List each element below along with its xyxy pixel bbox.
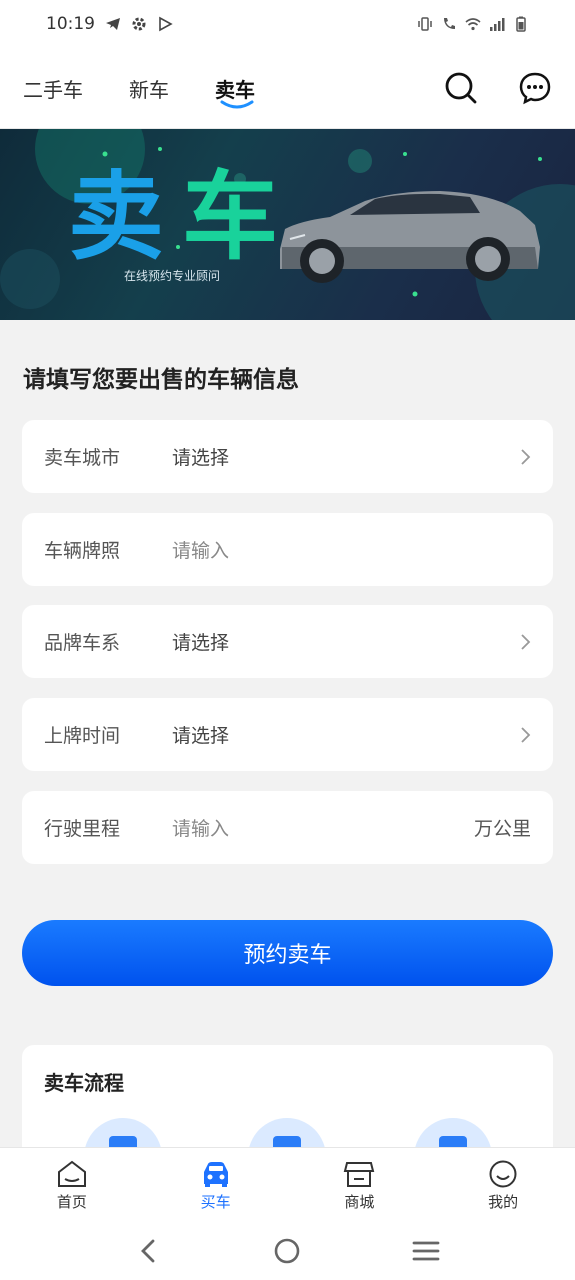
tab-active-indicator: [220, 100, 254, 108]
home-icon: [57, 1160, 86, 1187]
field-city-label: 卖车城市: [44, 447, 121, 469]
top-navigation: 二手车 新车 卖车: [0, 48, 575, 129]
field-city[interactable]: 卖车城市 请选择: [22, 420, 553, 493]
field-brand-value: 请选择: [172, 632, 230, 654]
tabbar-label-store: 商城: [344, 1192, 375, 1211]
system-back-button[interactable]: [134, 1236, 164, 1266]
field-date-label: 上牌时间: [44, 725, 121, 747]
menu-icon: [412, 1241, 440, 1261]
play-store-icon: [159, 16, 173, 32]
tabbar-label-buy-car: 买车: [200, 1192, 231, 1211]
status-bar: 10:19: [0, 0, 575, 48]
tabbar-item-store[interactable]: 商城: [288, 1159, 432, 1212]
field-license-plate[interactable]: 车辆牌照 请输入: [22, 513, 553, 586]
tab-used-car[interactable]: 二手车: [23, 74, 83, 103]
message-icon: [519, 72, 551, 105]
car-icon: [203, 1161, 228, 1187]
field-date-value: 请选择: [172, 725, 230, 747]
book-sell-button[interactable]: 预约卖车: [22, 920, 553, 986]
system-recents-button[interactable]: [411, 1236, 441, 1266]
tab-sell-car-label: 卖车: [215, 77, 255, 102]
signal-icon: [490, 18, 505, 31]
banner-title-part2: 车: [182, 161, 296, 273]
field-brand-series[interactable]: 品牌车系 请选择: [22, 605, 553, 678]
tab-sell-car[interactable]: 卖车: [215, 74, 255, 108]
gear-icon: [132, 17, 146, 31]
wifi-icon: [465, 18, 481, 31]
car-illustration: [280, 191, 540, 283]
bottom-tab-bar: 首页 买车 商城 我的: [0, 1147, 575, 1222]
field-mileage[interactable]: 行驶里程 请输入 万公里: [22, 791, 553, 864]
tabbar-item-profile[interactable]: 我的: [431, 1159, 575, 1212]
field-plate-label: 车辆牌照: [44, 540, 121, 562]
field-city-value: 请选择: [172, 447, 230, 469]
status-time: 10:19: [46, 14, 95, 34]
search-icon: [445, 72, 477, 104]
chevron-right-icon: [521, 633, 531, 650]
banner-title: 卖车: [68, 169, 296, 265]
field-mileage-input[interactable]: 请输入: [172, 814, 474, 841]
battery-icon: [516, 16, 526, 32]
back-icon: [141, 1239, 155, 1263]
process-title: 卖车流程: [44, 1071, 124, 1095]
system-home-button[interactable]: [272, 1236, 302, 1266]
system-navigation-bar: [0, 1222, 575, 1280]
wifi-call-icon: [444, 18, 455, 29]
tabbar-label-home: 首页: [56, 1192, 87, 1211]
tab-new-car[interactable]: 新车: [129, 74, 169, 103]
vibrate-icon: [418, 17, 432, 31]
field-plate-input[interactable]: 请输入: [172, 536, 531, 563]
telegram-icon: [106, 18, 120, 30]
field-mileage-unit: 万公里: [473, 818, 531, 840]
field-brand-label: 品牌车系: [44, 632, 121, 654]
search-button[interactable]: [444, 71, 478, 105]
banner-subtitle: 在线预约专业顾问: [124, 269, 221, 283]
tabbar-item-home[interactable]: 首页: [0, 1159, 144, 1212]
banner-title-part1: 卖: [68, 161, 182, 273]
message-button[interactable]: [518, 71, 552, 105]
home-circle-icon: [275, 1238, 300, 1264]
chevron-right-icon: [521, 726, 531, 743]
field-mileage-label: 行驶里程: [44, 818, 121, 840]
store-icon: [344, 1161, 375, 1187]
form-title: 请填写您要出售的车辆信息: [23, 367, 299, 393]
sell-car-banner[interactable]: 卖车 在线预约专业顾问: [0, 129, 575, 320]
tabbar-label-profile: 我的: [488, 1192, 519, 1211]
tabbar-item-buy-car[interactable]: 买车: [144, 1159, 288, 1212]
profile-icon: [489, 1160, 517, 1187]
chevron-right-icon: [521, 448, 531, 465]
field-registration-date[interactable]: 上牌时间 请选择: [22, 698, 553, 771]
